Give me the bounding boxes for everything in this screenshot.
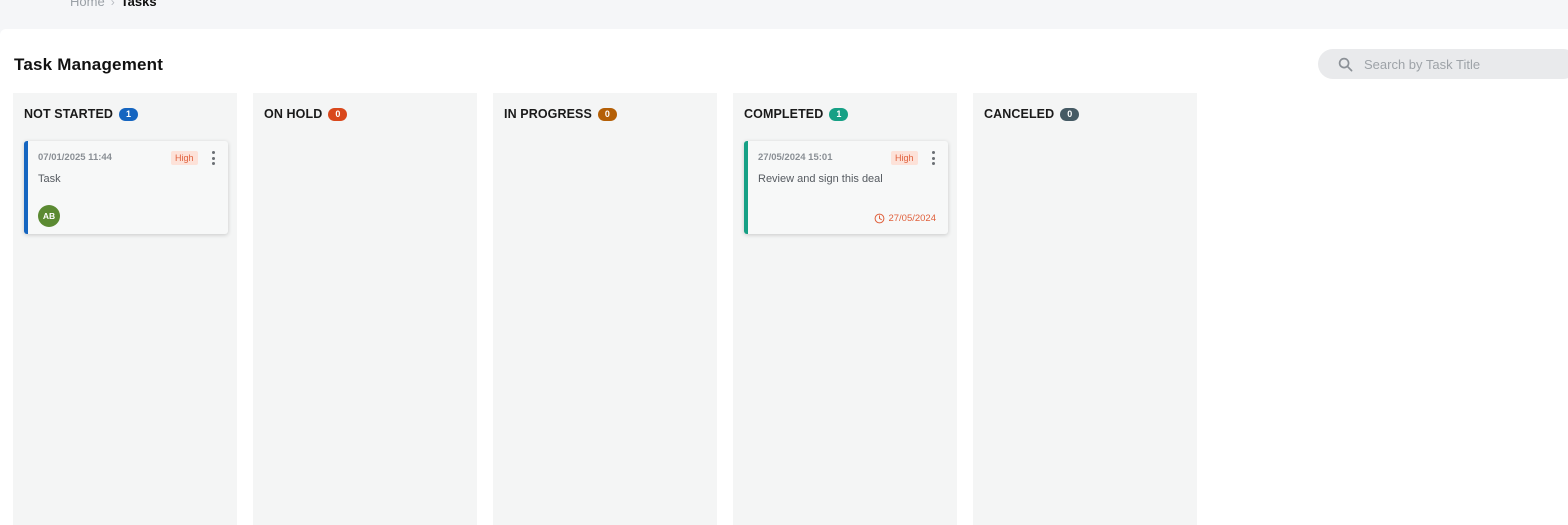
assignee-avatar[interactable]: AB [38,205,60,227]
column-header: COMPLETED 1 [744,107,849,121]
task-card[interactable]: 07/01/2025 11:44 High Task AB [24,141,228,234]
column-count-badge: 0 [328,107,348,121]
column-canceled: CANCELED 0 [973,93,1197,525]
column-header: CANCELED 0 [984,107,1080,121]
column-count-badge: 1 [829,107,849,121]
column-in-progress: IN PROGRESS 0 [493,93,717,525]
column-header: ON HOLD 0 [264,107,348,121]
breadcrumb-home[interactable]: Home [70,0,105,9]
task-title: Review and sign this deal [758,173,883,185]
task-date: 27/05/2024 15:01 [758,152,833,163]
column-count-badge: 0 [597,107,617,121]
more-options-icon[interactable] [929,151,937,165]
column-header: NOT STARTED 1 [24,107,139,121]
column-on-hold: ON HOLD 0 [253,93,477,525]
column-count-badge: 0 [1060,107,1080,121]
column-title: COMPLETED [744,107,824,121]
column-count-badge: 1 [119,107,139,121]
column-title: CANCELED [984,107,1055,121]
due-date: 27/05/2024 [874,213,936,224]
column-not-started: NOT STARTED 1 07/01/2025 11:44 High Task… [13,93,237,525]
task-card[interactable]: 27/05/2024 15:01 High Review and sign th… [744,141,948,234]
top-bar: Home › Tasks [0,0,1568,29]
more-options-icon[interactable] [209,151,217,165]
column-title: IN PROGRESS [504,107,592,121]
page-title: Task Management [14,55,164,74]
search-box[interactable] [1318,49,1568,79]
task-title: Task [38,173,61,185]
task-date: 07/01/2025 11:44 [38,152,112,163]
priority-badge: High [891,151,918,165]
column-title: ON HOLD [264,107,323,121]
clock-icon [875,213,885,224]
column-header: IN PROGRESS 0 [504,107,617,121]
column-completed: COMPLETED 1 27/05/2024 15:01 High Review… [733,93,957,525]
search-input[interactable] [1364,56,1564,72]
breadcrumb-current: Tasks [120,0,157,9]
priority-badge: High [171,151,198,165]
breadcrumb: Home › Tasks [70,0,157,9]
column-title: NOT STARTED [24,107,114,121]
breadcrumb-separator: › [110,0,115,9]
main-panel: Task Management NOT STARTED 1 07/01/2025… [0,29,1568,525]
search-icon [1338,57,1353,71]
due-date-text: 27/05/2024 [888,213,936,224]
